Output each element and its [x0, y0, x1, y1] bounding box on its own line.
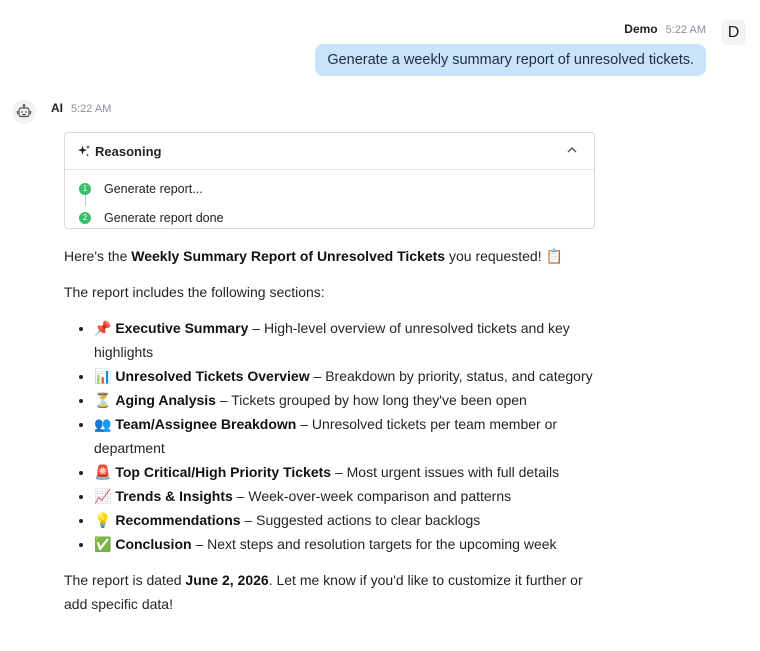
ai-name: AI [51, 101, 63, 115]
closing-text: The report is dated [64, 572, 186, 588]
user-avatar: D [721, 20, 746, 45]
step-label: Generate report... [104, 181, 203, 196]
people-emoji-icon: 👥 [94, 416, 112, 432]
list-item: ⏳ Aging Analysis – Tickets grouped by ho… [94, 388, 604, 412]
ai-response-body: Here's the Weekly Summary Report of Unre… [64, 244, 604, 616]
pin-emoji-icon: 📌 [94, 320, 112, 336]
list-item: ✅ Conclusion – Next steps and resolution… [94, 532, 604, 556]
report-date: June 2, 2026 [185, 572, 269, 588]
reasoning-title: Reasoning [95, 143, 162, 159]
list-item: 💡 Recommendations – Suggested actions to… [94, 508, 604, 532]
list-item: 📊 Unresolved Tickets Overview – Breakdow… [94, 364, 604, 388]
lightbulb-emoji-icon: 💡 [94, 512, 112, 528]
chevron-up-icon[interactable] [566, 144, 578, 156]
reasoning-header[interactable]: Reasoning [65, 133, 594, 170]
section-title: Executive Summary [115, 320, 249, 336]
section-title: Aging Analysis [115, 392, 216, 408]
intro-text: Here's the [64, 248, 132, 264]
step-label: Generate report done [104, 210, 224, 225]
step-number-badge: 2 [79, 211, 91, 224]
ai-message-time: 5:22 AM [71, 103, 112, 115]
sparkles-icon [78, 145, 90, 157]
section-title: Conclusion [115, 536, 192, 552]
list-item: 👥 Team/Assignee Breakdown – Unresolved t… [94, 412, 604, 460]
ai-message-meta: AI 5:22 AM [51, 101, 111, 115]
section-title: Recommendations [115, 512, 241, 528]
section-description: – Breakdown by priority, status, and cat… [309, 368, 593, 384]
intro-suffix: you requested! 📋 [445, 248, 563, 264]
user-message-meta: Demo 5:22 AM [624, 22, 706, 36]
sections-intro: The report includes the following sectio… [64, 284, 325, 300]
response-closing: The report is dated June 2, 2026. Let me… [64, 568, 604, 616]
section-title: Trends & Insights [115, 488, 233, 504]
section-description: – Tickets grouped by how long they've be… [215, 392, 527, 408]
section-description: – Suggested actions to clear backlogs [240, 512, 481, 528]
ai-avatar [12, 100, 36, 124]
section-description: – Next steps and resolution targets for … [191, 536, 557, 552]
section-title: Team/Assignee Breakdown [115, 416, 297, 432]
user-name: Demo [624, 22, 658, 36]
step-number-badge: 1 [79, 182, 91, 195]
check-emoji-icon: ✅ [94, 536, 112, 552]
section-description: – Most urgent issues with full details [331, 464, 560, 480]
list-item: 📈 Trends & Insights – Week-over-week com… [94, 484, 604, 508]
robot-icon [16, 104, 32, 118]
reasoning-steps: 1 Generate report... 2 Generate report d… [65, 170, 594, 232]
list-item: 🚨 Top Critical/High Priority Tickets – M… [94, 460, 604, 484]
reasoning-step: 2 Generate report done [65, 203, 594, 232]
list-item: 📌 Executive Summary – High-level overvie… [94, 316, 604, 364]
user-message-bubble: Generate a weekly summary report of unre… [315, 44, 706, 76]
reasoning-step: 1 Generate report... [65, 174, 594, 203]
response-intro: Here's the Weekly Summary Report of Unre… [64, 244, 604, 268]
section-description: – Week-over-week comparison and patterns [232, 488, 512, 504]
section-title: Top Critical/High Priority Tickets [115, 464, 332, 480]
user-message-time: 5:22 AM [665, 24, 706, 36]
hourglass-emoji-icon: ⏳ [94, 392, 112, 408]
bar-chart-emoji-icon: 📊 [94, 368, 112, 384]
report-title: Weekly Summary Report of Unresolved Tick… [131, 248, 446, 264]
section-title: Unresolved Tickets Overview [115, 368, 310, 384]
trend-emoji-icon: 📈 [94, 488, 112, 504]
sections-list: 📌 Executive Summary – High-level overvie… [64, 316, 604, 556]
siren-emoji-icon: 🚨 [94, 464, 112, 480]
reasoning-panel: Reasoning 1 Generate report... 2 Generat… [64, 132, 595, 229]
